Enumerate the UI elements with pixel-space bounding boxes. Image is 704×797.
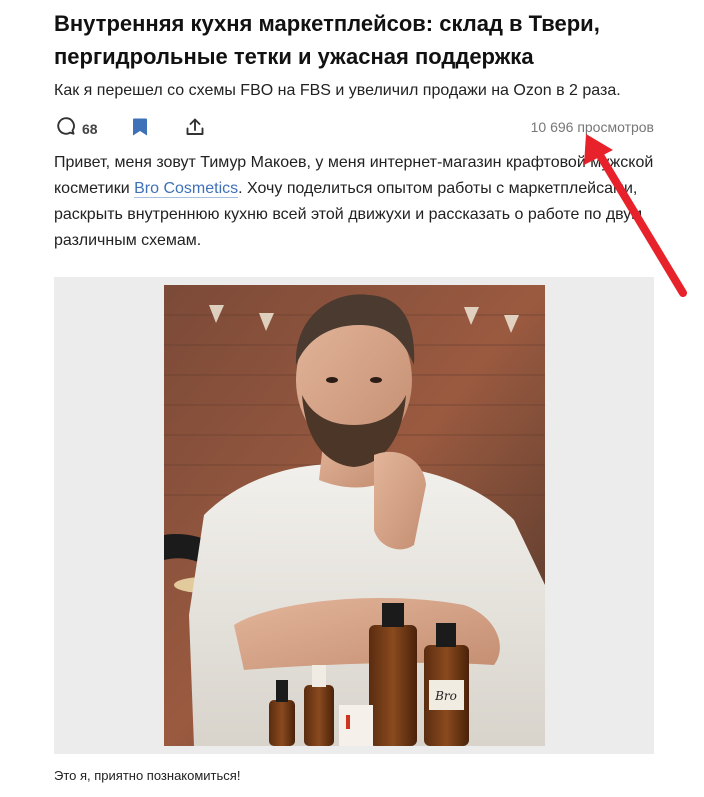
article-intro-paragraph: Привет, меня зовут Тимур Макоев, у меня …: [54, 150, 654, 254]
comments-button[interactable]: 68: [56, 116, 98, 141]
bro-cosmetics-link[interactable]: Bro Cosmetics: [134, 180, 239, 198]
bookmark-button[interactable]: [131, 117, 149, 142]
bottle-label-text: Bro: [434, 689, 457, 703]
article-subtitle: Как я перешел со схемы FBO на FBS и увел…: [54, 82, 621, 99]
photo-caption: Это я, приятно познакомиться!: [54, 768, 241, 783]
share-button[interactable]: [185, 117, 205, 142]
author-photo: Bro: [164, 285, 545, 746]
article-actions-bar: 68 10 696 просмотров: [54, 114, 656, 140]
article-figure: Bro: [54, 277, 654, 754]
share-icon: [185, 118, 205, 141]
views-count: 10 696 просмотров: [530, 119, 654, 135]
speech-bubble-icon: [56, 116, 76, 141]
bookmark-icon: [131, 118, 149, 141]
comments-count: 68: [82, 120, 98, 137]
article-title: Внутренняя кухня маркетплейсов: склад в …: [54, 11, 600, 69]
